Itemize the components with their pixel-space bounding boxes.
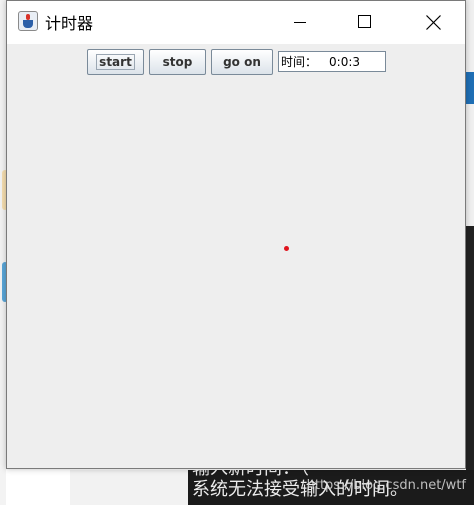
minimize-button[interactable]: [277, 1, 323, 44]
background-panel: [70, 470, 188, 505]
timer-window: 计时器 start stop go on 时间： 0:0:3: [6, 0, 466, 469]
stop-button-label: stop: [162, 55, 193, 69]
title-bar[interactable]: 计时器: [7, 1, 465, 44]
stop-button[interactable]: stop: [149, 49, 206, 75]
time-value: 0:0:3: [329, 54, 361, 69]
start-button-label: start: [96, 54, 135, 70]
close-icon: [426, 15, 441, 30]
start-button[interactable]: start: [87, 49, 144, 75]
maximize-icon: [358, 15, 371, 28]
go-on-button[interactable]: go on: [211, 49, 273, 75]
content-panel: start stop go on 时间： 0:0:3: [7, 44, 465, 468]
close-button[interactable]: [410, 1, 456, 44]
background-decoration: [466, 72, 474, 104]
red-dot: [284, 246, 289, 251]
background-terminal-edge: [466, 226, 474, 505]
go-on-button-label: go on: [223, 55, 261, 69]
window-title: 计时器: [45, 14, 94, 33]
minimize-icon: [294, 22, 306, 23]
time-label: 时间：: [281, 55, 318, 69]
java-icon[interactable]: [18, 11, 38, 31]
time-display[interactable]: 时间： 0:0:3: [278, 51, 386, 72]
watermark: https://blog.csdn.net/wtf: [306, 478, 466, 493]
maximize-button[interactable]: [342, 1, 388, 44]
